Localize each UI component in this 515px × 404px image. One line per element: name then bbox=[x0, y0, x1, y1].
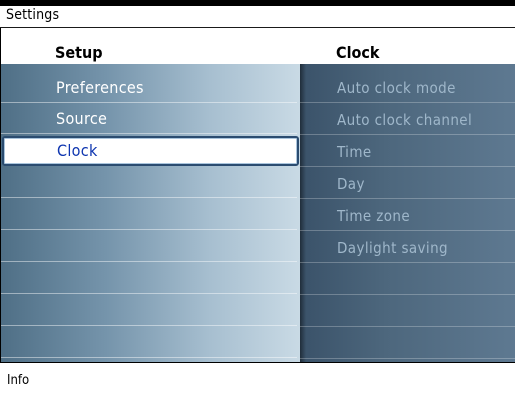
submenu-item-empty[interactable] bbox=[300, 264, 515, 295]
submenu-item-label: Auto clock mode bbox=[337, 79, 456, 97]
menu-item-label: Source bbox=[56, 109, 108, 128]
footer-divider bbox=[0, 362, 515, 363]
submenu-item-time-zone[interactable]: Time zone bbox=[300, 200, 515, 231]
menu-item-preferences[interactable]: Preferences bbox=[1, 73, 297, 103]
submenu-item-label: Time zone bbox=[337, 207, 411, 225]
clock-submenu: Auto clock mode Auto clock channel Time … bbox=[300, 64, 515, 362]
submenu-item-label: Day bbox=[337, 175, 365, 193]
menu-item-empty[interactable] bbox=[1, 296, 297, 326]
header-bar: Settings bbox=[0, 0, 515, 43]
menu-item-empty[interactable] bbox=[1, 232, 297, 262]
submenu-item-label: Time bbox=[337, 143, 372, 161]
submenu-item-auto-clock-channel[interactable]: Auto clock channel bbox=[300, 104, 515, 135]
menu-item-label: Preferences bbox=[56, 78, 144, 97]
left-column-title: Setup bbox=[55, 43, 103, 62]
setup-menu: Preferences Source Clock bbox=[0, 64, 300, 362]
menu-item-empty[interactable] bbox=[1, 328, 297, 358]
submenu-item-label: Daylight saving bbox=[337, 239, 448, 257]
submenu-item-time[interactable]: Time bbox=[300, 136, 515, 167]
submenu-item-label: Auto clock channel bbox=[337, 111, 473, 129]
submenu-item-empty[interactable] bbox=[300, 328, 515, 359]
info-label: Info bbox=[7, 373, 30, 388]
menu-item-empty[interactable] bbox=[1, 200, 297, 230]
submenu-item-auto-clock-mode[interactable]: Auto clock mode bbox=[300, 72, 515, 103]
submenu-item-empty[interactable] bbox=[300, 296, 515, 327]
submenu-item-day[interactable]: Day bbox=[300, 168, 515, 199]
header-divider bbox=[0, 27, 515, 28]
menu-item-empty[interactable] bbox=[1, 168, 297, 198]
menu-item-clock[interactable]: Clock bbox=[2, 136, 299, 166]
menu-item-source[interactable]: Source bbox=[1, 104, 297, 134]
settings-screen: Settings Setup Clock Preferences Source … bbox=[0, 0, 515, 404]
menu-item-empty[interactable] bbox=[1, 264, 297, 294]
screen-title: Settings bbox=[6, 7, 60, 23]
right-column-title: Clock bbox=[336, 43, 380, 62]
menu-item-label: Clock bbox=[57, 141, 98, 160]
submenu-item-daylight-saving[interactable]: Daylight saving bbox=[300, 232, 515, 263]
